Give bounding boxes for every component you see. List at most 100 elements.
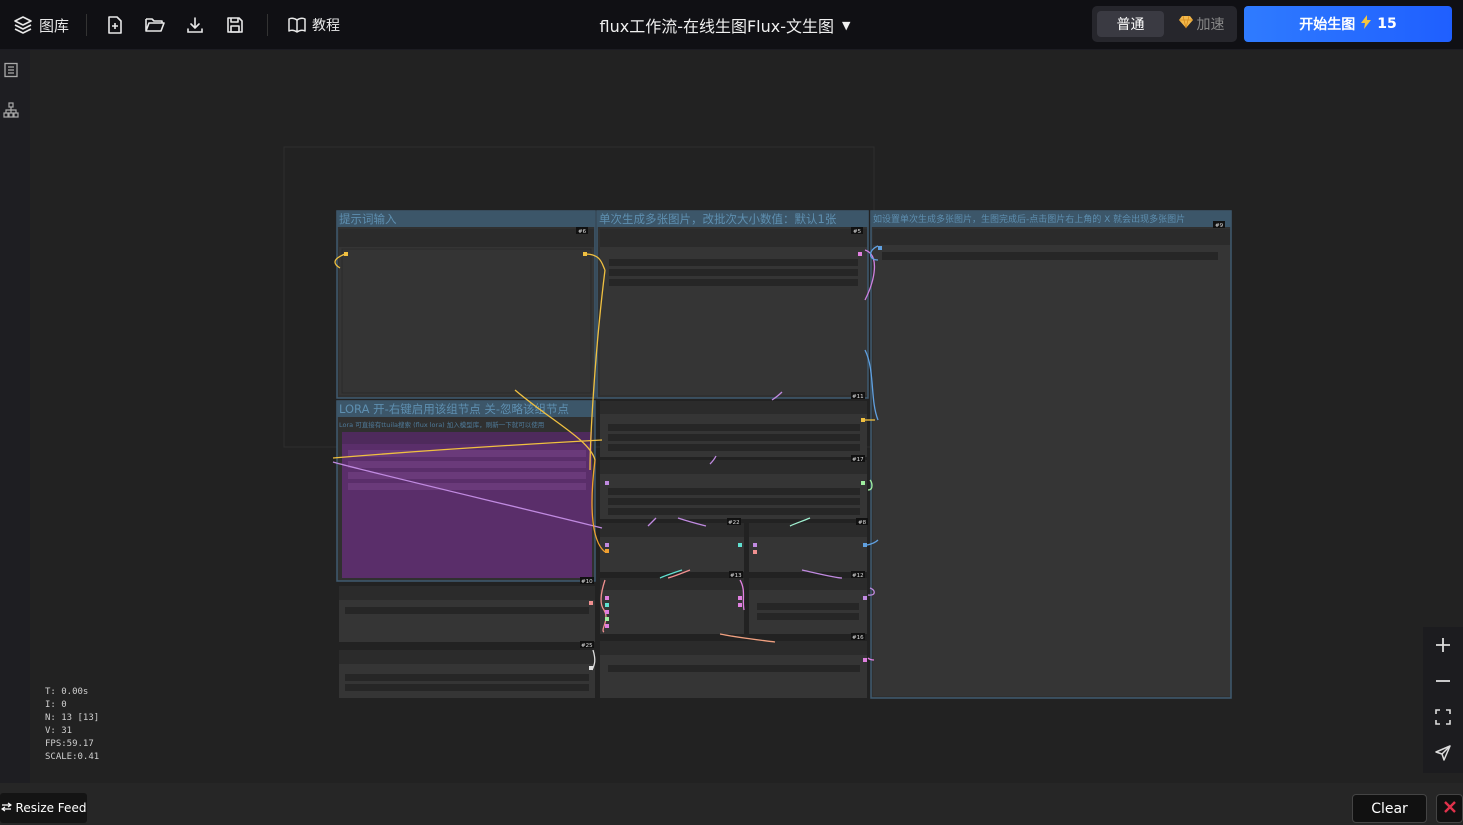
gallery-button[interactable]: 图库 [12, 0, 69, 50]
lora-widget [348, 461, 586, 468]
tutorial-label: 教程 [312, 18, 340, 34]
group-lora-title: LORA 开-右键启用该组节点 关-忽略该组节点 [339, 402, 569, 416]
node-badge: #13 [730, 573, 742, 579]
resize-icon [0, 801, 12, 815]
node-badge: #22 [728, 520, 740, 526]
bottom-bar: Resize Feed Clear [0, 783, 1463, 825]
node-header [600, 523, 744, 537]
save-button[interactable] [224, 0, 246, 50]
download-icon [184, 14, 206, 36]
prompt-textarea [341, 248, 592, 394]
fullscreen-icon [1434, 708, 1452, 730]
group-batch-title: 单次生成多张图片，改批次大小数值：默认1张 [599, 212, 837, 226]
workflow-title: flux工作流-在线生图Flux-文生图 [599, 17, 835, 36]
app-root: 图库 教程 flux工作流-在线生图Flux-文生图 ▼ 普通 加速 开始生图 … [0, 0, 1463, 825]
zoom-controls [1423, 627, 1463, 773]
plus-icon [1434, 636, 1452, 658]
download-button[interactable] [184, 0, 206, 50]
canvas-stats: T: 0.00s I: 0 N: 13 [13] V: 31 FPS:59.17… [45, 686, 99, 764]
stat-nodes: N: 13 [13] [45, 713, 100, 723]
open-folder-button[interactable] [144, 0, 166, 50]
widget-row [608, 444, 860, 451]
clear-button[interactable]: Clear [1352, 794, 1427, 823]
node-badge: #25 [581, 643, 593, 649]
toolbar-divider [267, 14, 268, 36]
workflow-canvas[interactable]: 提示词输入 单次生成多张图片，改批次大小数值：默认1张 如设置单次生成多张图片，… [30, 50, 1463, 783]
hierarchy-icon[interactable] [3, 102, 19, 118]
node-prompt-header [339, 229, 594, 247]
mode-fast-button[interactable]: 加速 [1170, 11, 1232, 37]
stat-fps: FPS:59.17 [45, 739, 94, 749]
zoom-out-button[interactable] [1423, 665, 1463, 701]
widget-row [608, 488, 860, 495]
mode-fast-label: 加速 [1196, 17, 1225, 33]
widget-row [608, 434, 860, 441]
start-generate-button[interactable]: 开始生图 15 [1244, 6, 1452, 42]
group-prompt-title: 提示词输入 [339, 212, 397, 226]
node-header [749, 523, 867, 537]
widget-row [608, 424, 860, 431]
tutorial-button[interactable]: 教程 [286, 0, 340, 50]
workflow-title-dropdown[interactable]: flux工作流-在线生图Flux-文生图 ▼ [560, 0, 890, 50]
node-badge: #16 [852, 635, 864, 641]
node-badge: #8 [858, 520, 867, 526]
close-icon [1443, 799, 1457, 818]
node-header [600, 401, 867, 414]
list-icon[interactable] [3, 62, 19, 78]
node-badge: #10 [581, 579, 593, 585]
caret-down-icon: ▼ [842, 18, 851, 32]
wire [719, 633, 776, 643]
widget-row [609, 279, 858, 286]
widget-row [757, 613, 859, 620]
top-toolbar: 图库 教程 flux工作流-在线生图Flux-文生图 ▼ 普通 加速 开始生图 … [0, 0, 1463, 50]
node-batch [600, 229, 867, 395]
node-batch-header [600, 229, 867, 247]
node-badge: #12 [852, 573, 864, 579]
wire [867, 479, 873, 491]
node-header [749, 578, 867, 590]
resize-feed-label: Resize Feed [15, 801, 87, 815]
node-header [600, 460, 867, 474]
node-save-header [873, 229, 1230, 245]
folder-open-icon [144, 14, 166, 36]
fit-view-button[interactable] [1423, 701, 1463, 737]
group-output-title: 如设置单次生成多张图片，生图完成后-点击图片右上角的 X 就会出现多张图片 [873, 213, 1185, 225]
node-header [339, 586, 595, 600]
book-open-icon [286, 14, 308, 36]
speed-mode-toggle: 普通 加速 [1092, 6, 1237, 42]
widget-row [882, 252, 1218, 260]
node-badge: #11 [852, 394, 864, 400]
save-icon [224, 14, 246, 36]
widget-row [345, 607, 589, 614]
widget-row [345, 684, 589, 691]
widget-row [608, 665, 860, 672]
node-badge: #5 [853, 229, 862, 235]
node-graph[interactable]: 提示词输入 单次生成多张图片，改批次大小数值：默认1张 如设置单次生成多张图片，… [30, 50, 1463, 783]
widget-row [608, 498, 860, 505]
close-feed-button[interactable] [1436, 794, 1463, 823]
node-header [339, 650, 595, 664]
credits-count: 15 [1377, 16, 1397, 32]
stat-time: T: 0.00s [45, 687, 89, 697]
new-file-button[interactable] [104, 0, 126, 50]
widget-row [757, 603, 859, 610]
mode-normal-button[interactable]: 普通 [1097, 11, 1164, 37]
lora-widget [348, 483, 586, 490]
toolbar-divider [86, 14, 87, 36]
stat-scale: SCALE:0.41 [45, 752, 100, 762]
node-badge: #17 [852, 457, 864, 463]
node-badge: #6 [578, 229, 587, 235]
locate-button[interactable] [1423, 737, 1463, 773]
stat-i: I: 0 [45, 700, 67, 710]
layers-icon [12, 14, 34, 36]
widget-row [609, 259, 858, 266]
resize-feed-button[interactable]: Resize Feed [0, 793, 87, 823]
start-label: 开始生图 [1299, 17, 1356, 33]
node-header [600, 641, 867, 655]
node-header [600, 578, 744, 590]
left-sidebar [0, 50, 30, 783]
zoom-in-button[interactable] [1423, 629, 1463, 665]
send-icon [1434, 744, 1452, 766]
file-plus-icon [104, 14, 126, 36]
gallery-label: 图库 [39, 16, 70, 35]
